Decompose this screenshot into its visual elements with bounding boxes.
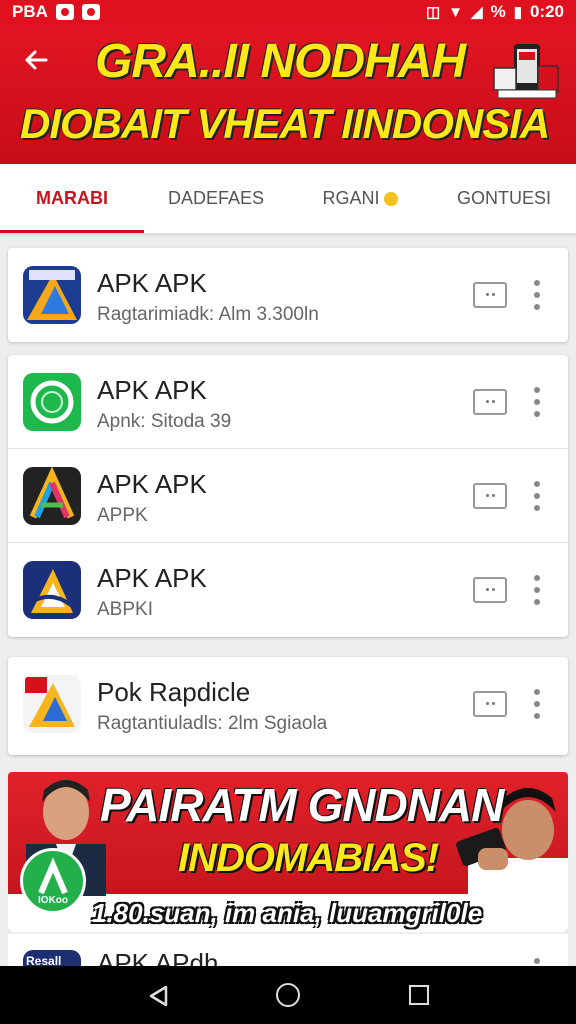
emoji-icon	[383, 191, 398, 206]
app-logo-icon	[23, 373, 81, 431]
arrow-left-icon[interactable]	[20, 44, 52, 76]
download-button[interactable]	[473, 691, 507, 717]
more-options-icon[interactable]	[530, 280, 544, 310]
system-nav-bar	[0, 966, 576, 1024]
vibrate-icon: ◫	[425, 4, 441, 21]
app-title: APK APK	[97, 563, 207, 593]
ad-caption: 1.80.suan, im ania, luuamgril0le	[92, 898, 483, 928]
notification-icon	[55, 4, 74, 20]
app-title: APK APK	[97, 268, 207, 298]
app-logo-icon: Resall	[23, 950, 81, 966]
app-logo-icon	[23, 561, 81, 619]
ad-logo-text: IOKoo	[38, 895, 68, 906]
ad-subheadline: INDOMABIAS!	[178, 836, 439, 880]
app-row[interactable]: APK APK Ragtarimiadk: Alm 3.300ln	[8, 248, 568, 342]
app-title: Pok Rapdicle	[97, 677, 251, 707]
app-title: APK APK	[97, 469, 207, 499]
app-subtitle: ABPKI	[97, 599, 153, 620]
app-row[interactable]: APK APK Apnk: Sitoda 39	[8, 355, 568, 449]
wifi-icon: ▼	[448, 3, 464, 21]
app-subtitle: Ragtantiuladls: 2lm Sgiaola	[97, 713, 328, 734]
promo-ad-banner[interactable]: IOKoo PAIRATM GNDNAN INDOMABIAS! 1.80.su…	[8, 772, 568, 932]
tab-gontuesi[interactable]: GONTUESI	[432, 164, 576, 233]
app-card: Pok Rapdicle Ragtantiuladls: 2lm Sgiaola	[8, 657, 568, 755]
app-logo-icon	[23, 675, 81, 733]
app-subtitle: APPK	[97, 505, 148, 526]
battery-icon: ▮	[513, 4, 522, 21]
status-bar: PBA ◫ ▼ ◢ % ▮ 0:20	[0, 0, 576, 24]
banner-subheadline: DIOBAIT VHEAT IINDONSIA	[20, 100, 550, 147]
ad-headline: PAIRATM GNDNAN	[100, 779, 504, 831]
signal-icon: ◢	[471, 4, 483, 21]
download-button[interactable]	[473, 483, 507, 509]
app-row[interactable]: Pok Rapdicle Ragtantiuladls: 2lm Sgiaola	[8, 657, 568, 755]
app-card: APK APK Ragtarimiadk: Alm 3.300ln	[8, 248, 568, 342]
tab-dadefaes[interactable]: DADEFAES	[144, 164, 288, 233]
tab-rgani[interactable]: RGANI	[288, 164, 432, 233]
app-row[interactable]: Resall APK APdh	[8, 934, 568, 966]
tab-marabi[interactable]: MARABI	[0, 164, 144, 233]
more-options-icon[interactable]	[530, 689, 544, 719]
promo-phone-graphic	[493, 44, 559, 99]
more-options-icon[interactable]	[530, 958, 544, 966]
app-title: APK APK	[97, 375, 207, 405]
category-tabs: MARABI DADEFAES RGANI GONTUESI	[0, 164, 576, 234]
download-button[interactable]	[473, 282, 507, 308]
ad-app-logo-icon: IOKoo	[20, 848, 86, 914]
app-row[interactable]: APK APK APPK	[8, 449, 568, 543]
status-time: 0:20	[529, 2, 564, 21]
nav-back-icon[interactable]	[147, 984, 169, 1008]
battery-percent: %	[490, 2, 506, 21]
download-button[interactable]	[473, 577, 507, 603]
nav-recents-icon[interactable]	[409, 985, 429, 1005]
app-title: APK APdh	[97, 948, 219, 966]
app-subtitle: Apnk: Sitoda 39	[97, 411, 232, 432]
app-card: APK APK Apnk: Sitoda 39 APK APK APPK APK…	[8, 355, 568, 637]
nav-home-icon[interactable]	[276, 983, 300, 1007]
more-options-icon[interactable]	[530, 575, 544, 605]
app-logo-icon	[23, 467, 81, 525]
more-options-icon[interactable]	[530, 387, 544, 417]
app-subtitle: Ragtarimiadk: Alm 3.300ln	[97, 304, 319, 325]
app-logo-icon	[23, 266, 81, 324]
app-row[interactable]: APK APK ABPKI	[8, 543, 568, 637]
status-carrier-text: PBA	[12, 2, 48, 21]
download-button[interactable]	[473, 389, 507, 415]
more-options-icon[interactable]	[530, 481, 544, 511]
header-banner: GRA..II NODHAH DIOBAIT VHEAT IINDONSIA	[0, 24, 576, 164]
notification-icon	[81, 4, 100, 20]
banner-headline: GRA..II NODHAH	[95, 35, 466, 88]
